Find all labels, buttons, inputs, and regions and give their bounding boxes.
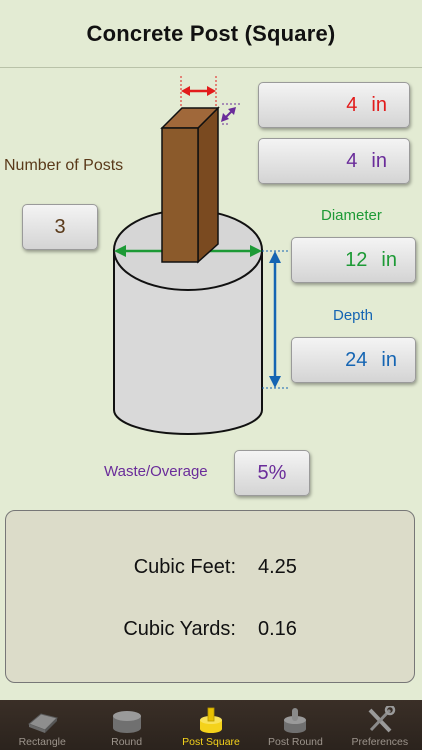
tab-bar: Rectangle Round Post Square Post Round P…	[0, 700, 422, 750]
post-round-icon	[284, 708, 307, 733]
width-value: 4	[346, 93, 358, 116]
tab-round-label: Round	[111, 736, 143, 748]
depth-unit: in	[381, 348, 397, 371]
thickness-input[interactable]: 4 in	[258, 138, 410, 184]
width-unit: in	[371, 93, 387, 116]
thickness-value: 4	[346, 149, 358, 172]
thickness-unit: in	[371, 149, 387, 172]
width-input[interactable]: 4 in	[258, 82, 410, 128]
diameter-label: Diameter	[321, 207, 382, 224]
cubic-yards-label: Cubic Yards:	[123, 618, 236, 640]
depth-value: 24	[345, 348, 368, 371]
cylinder-icon	[112, 711, 141, 733]
post-front	[161, 127, 199, 263]
cubic-feet-value: 4.25	[258, 556, 297, 578]
cubic-yards-value: 0.16	[258, 618, 297, 640]
diameter-value: 12	[345, 248, 368, 271]
tab-post-square-label: Post Square	[182, 736, 240, 748]
page-title: Concrete Post (Square)	[86, 20, 336, 46]
posts-value: 3	[54, 215, 66, 238]
diameter-unit: in	[381, 248, 397, 271]
tab-preferences-label: Preferences	[351, 736, 409, 748]
diameter-input[interactable]: 12 in	[291, 237, 416, 283]
slab-icon	[28, 713, 59, 733]
posts-label: Number of Posts	[4, 157, 124, 174]
posts-input[interactable]: 3	[22, 204, 98, 250]
depth-input[interactable]: 24 in	[291, 337, 416, 383]
tab-preferences[interactable]: Preferences	[338, 700, 422, 750]
post-square-icon	[200, 707, 223, 733]
depth-label: Depth	[333, 307, 374, 324]
tab-post-square[interactable]: Post Square	[169, 700, 253, 750]
waste-input[interactable]: 5%	[234, 450, 310, 496]
waste-label: Waste/Overage	[104, 463, 208, 480]
waste-value: 5%	[257, 461, 287, 484]
tools-icon	[368, 706, 396, 733]
cubic-feet-label: Cubic Feet:	[133, 556, 236, 578]
post-side	[197, 106, 219, 264]
tab-post-round[interactable]: Post Round	[253, 700, 337, 750]
tab-rectangle[interactable]: Rectangle	[0, 700, 84, 750]
tab-rectangle-label: Rectangle	[18, 736, 66, 748]
tab-round[interactable]: Round	[84, 700, 168, 750]
tab-post-round-label: Post Round	[267, 736, 323, 748]
results-panel: Cubic Feet: 4.25 Cubic Yards: 0.16	[5, 510, 415, 683]
app-header: Concrete Post (Square)	[0, 0, 422, 68]
